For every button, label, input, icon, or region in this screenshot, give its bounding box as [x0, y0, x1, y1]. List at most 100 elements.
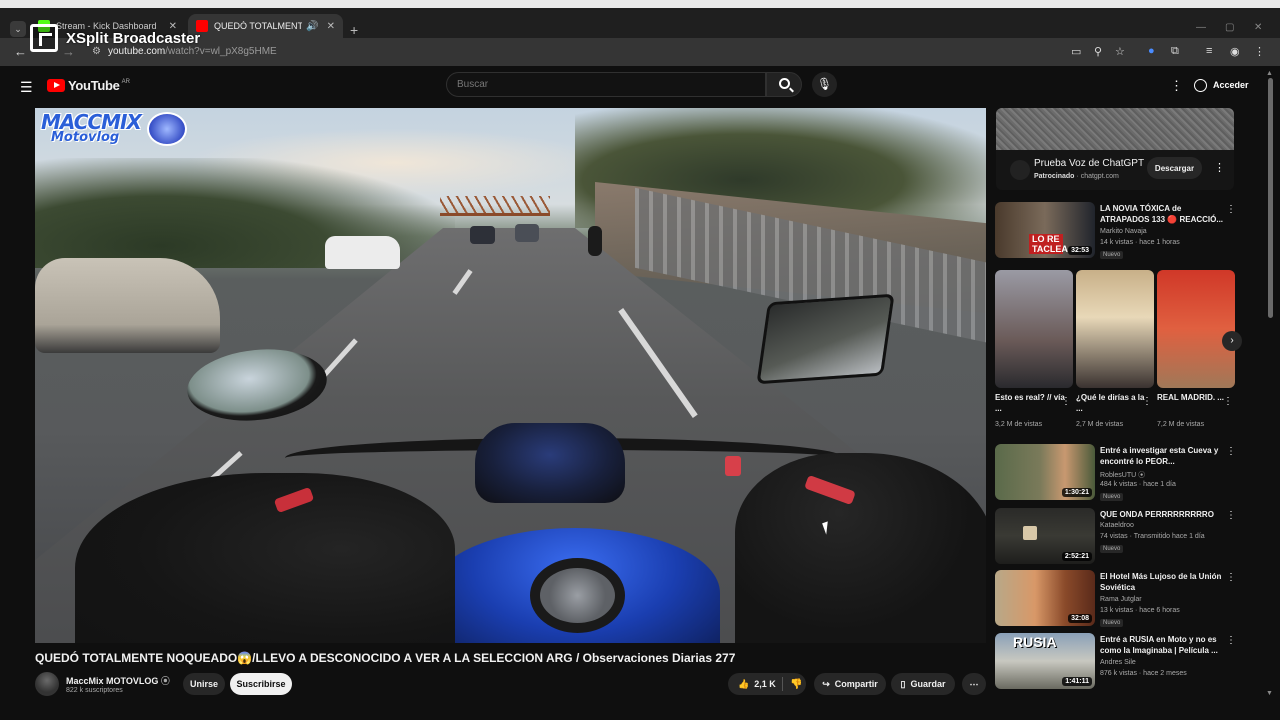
new-badge: Nuevo	[1100, 619, 1124, 627]
thumbs-down-icon[interactable]: 👎	[790, 679, 802, 690]
subscriber-count: 822 k suscriptores	[66, 687, 123, 694]
right-glove	[735, 453, 986, 643]
short-menu-icon[interactable]: ⋮	[1142, 396, 1152, 407]
video-thumbnail[interactable]: RUSIA 1:41:11	[995, 633, 1095, 689]
recommended-video[interactable]: 32:08 El Hotel Más Lujoso de la Unión So…	[995, 570, 1236, 627]
youtube-logo[interactable]: YouTube AR	[47, 78, 130, 93]
share-icon: ↪	[822, 678, 830, 689]
channel-name[interactable]: Andres Sile	[1100, 659, 1136, 666]
signin-button[interactable]: Acceder	[1194, 74, 1249, 96]
more-actions-button[interactable]: ⋯	[962, 673, 986, 695]
search-button[interactable]	[766, 72, 802, 97]
ad-download-button[interactable]: Descargar	[1147, 157, 1202, 179]
settings-menu-icon[interactable]: ⋮	[1170, 78, 1183, 94]
video-thumbnail[interactable]: 1:30:21	[995, 444, 1095, 500]
signin-label: Acceder	[1213, 80, 1249, 90]
scroll-down-icon[interactable]: ▼	[1266, 690, 1273, 697]
short-thumbnail[interactable]	[1157, 270, 1235, 388]
recommended-video[interactable]: RUSIA 1:41:11 Entré a RUSIA en Moto y no…	[995, 633, 1236, 689]
short-title[interactable]: ¿Qué le dirías a la ...	[1076, 392, 1146, 414]
bookmark-icon: ▯	[900, 678, 906, 689]
short-thumbnail[interactable]	[995, 270, 1073, 388]
hamburger-menu-icon[interactable]: ☰	[20, 79, 33, 96]
new-tab-button[interactable]: +	[350, 22, 358, 38]
short-title[interactable]: REAL MADRID. ...	[1157, 392, 1227, 403]
xsplit-overlay: XSplit Broadcaster	[30, 24, 200, 52]
recommended-video[interactable]: LO RE TACLEA 32:53 LA NOVIA TÓXICA de AT…	[995, 202, 1236, 259]
recommended-video[interactable]: 1:30:21 Entré a investigar esta Cueva y …	[995, 444, 1236, 501]
save-button[interactable]: ▯ Guardar	[891, 673, 955, 695]
close-tab-icon[interactable]: ✕	[327, 21, 335, 32]
video-thumbnail[interactable]: 2:52:21	[995, 508, 1095, 564]
channel-avatar[interactable]	[35, 672, 59, 696]
video-menu-icon[interactable]: ⋮	[1226, 510, 1236, 521]
ad-sponsor: Patrocinado · chatgpt.com	[1034, 173, 1119, 180]
speaker-icon[interactable]: 🔊	[306, 21, 318, 32]
gray-car	[515, 224, 539, 242]
video-title[interactable]: QUE ONDA PERRRRRRRRRO	[1100, 509, 1225, 520]
video-title[interactable]: Entré a RUSIA en Moto y no es como la Im…	[1100, 634, 1225, 656]
chevron-right-icon[interactable]: ›	[1222, 331, 1242, 351]
minimize-button[interactable]: —	[1196, 22, 1206, 33]
video-menu-icon[interactable]: ⋮	[1226, 204, 1236, 215]
video-title[interactable]: LA NOVIA TÓXICA de ATRAPADOS 133 🔴 REACC…	[1100, 203, 1225, 225]
short-thumbnail[interactable]	[1076, 270, 1154, 388]
window-title-strip	[0, 0, 1280, 8]
short-menu-icon[interactable]: ⋮	[1223, 396, 1233, 407]
extension-icon[interactable]: ●	[1148, 45, 1155, 57]
ad-menu-icon[interactable]: ⋮	[1214, 161, 1225, 174]
short-views: 2,7 M de vistas	[1076, 421, 1124, 428]
like-count: 2,1 K	[754, 679, 776, 689]
subscribe-button[interactable]: Suscribirse	[230, 673, 292, 695]
video-thumbnail[interactable]: 32:08	[995, 570, 1095, 626]
footbridge	[440, 196, 550, 216]
back-arrow-icon[interactable]: ←	[14, 44, 27, 59]
ad-title[interactable]: Prueba Voz de ChatGPT	[1034, 158, 1144, 169]
voice-search-button[interactable]: 🎙	[812, 72, 837, 97]
search-input[interactable]: Buscar	[446, 72, 766, 97]
recommended-video[interactable]: 2:52:21 QUE ONDA PERRRRRRRRRO Kataeldroo…	[995, 508, 1236, 564]
channel-name[interactable]: RoblesUTU ⦿	[1100, 470, 1145, 480]
tab-search-button[interactable]: ⌄	[10, 21, 26, 37]
tab-youtube-video[interactable]: QUEDÓ TOTALMENTE NOQ 🔊 ✕	[188, 14, 343, 38]
video-menu-icon[interactable]: ⋮	[1226, 635, 1236, 646]
ad-banner-image[interactable]	[996, 108, 1234, 150]
video-thumbnail[interactable]: LO RE TACLEA 32:53	[995, 202, 1095, 258]
video-meta: 14 k vistas · hace 1 horas	[1100, 239, 1180, 246]
bookmark-star-icon[interactable]: ☆	[1115, 45, 1125, 58]
verified-icon: ⦿	[1138, 472, 1146, 479]
like-button[interactable]: 👍 2,1 K 👎	[728, 673, 806, 695]
channel-name[interactable]: Kataeldroo	[1100, 522, 1134, 529]
channel-name[interactable]: MaccMix MOTOVLOG ⦿	[66, 674, 170, 687]
channel-name[interactable]: Markito Navaja	[1100, 228, 1147, 235]
browser-menu-icon[interactable]: ⋮	[1254, 45, 1265, 58]
video-title[interactable]: Entré a investigar esta Cueva y encontré…	[1100, 445, 1225, 467]
video-menu-icon[interactable]: ⋮	[1226, 572, 1236, 583]
scroll-up-icon[interactable]: ▲	[1266, 70, 1273, 77]
short-title[interactable]: Esto es real? // vía ...	[995, 392, 1065, 414]
share-button[interactable]: ↪ Compartir	[814, 673, 886, 695]
zoom-icon[interactable]: ⚲	[1094, 45, 1102, 58]
extensions-puzzle-icon[interactable]: ⧉	[1171, 45, 1179, 58]
xsplit-logo-icon	[30, 24, 58, 52]
cast-icon[interactable]: ▭	[1071, 45, 1081, 58]
maximize-button[interactable]: ▢	[1225, 22, 1234, 33]
youtube-logo-text: YouTube	[68, 78, 120, 93]
video-meta: 876 k vistas · hace 2 meses	[1100, 670, 1187, 677]
profile-icon[interactable]: ◉	[1230, 45, 1240, 58]
close-window-button[interactable]: ✕	[1254, 22, 1262, 33]
new-badge: Nuevo	[1100, 251, 1124, 259]
video-duration: 32:08	[1068, 614, 1092, 623]
video-duration: 2:52:21	[1061, 552, 1092, 561]
media-controls-icon[interactable]: ≡	[1206, 45, 1212, 57]
video-menu-icon[interactable]: ⋮	[1226, 446, 1236, 457]
video-player[interactable]: MACCMIX Motovlog	[35, 108, 986, 643]
video-title[interactable]: El Hotel Más Lujoso de la Unión Soviétic…	[1100, 571, 1225, 593]
channel-name[interactable]: Rama Jutglar	[1100, 596, 1142, 603]
youtube-play-icon	[47, 79, 65, 92]
verified-icon: ⦿	[160, 676, 170, 686]
scrollbar-thumb[interactable]	[1268, 78, 1273, 318]
short-menu-icon[interactable]: ⋮	[1061, 396, 1071, 407]
brake-lever	[725, 456, 741, 476]
join-button[interactable]: Unirse	[183, 673, 225, 695]
